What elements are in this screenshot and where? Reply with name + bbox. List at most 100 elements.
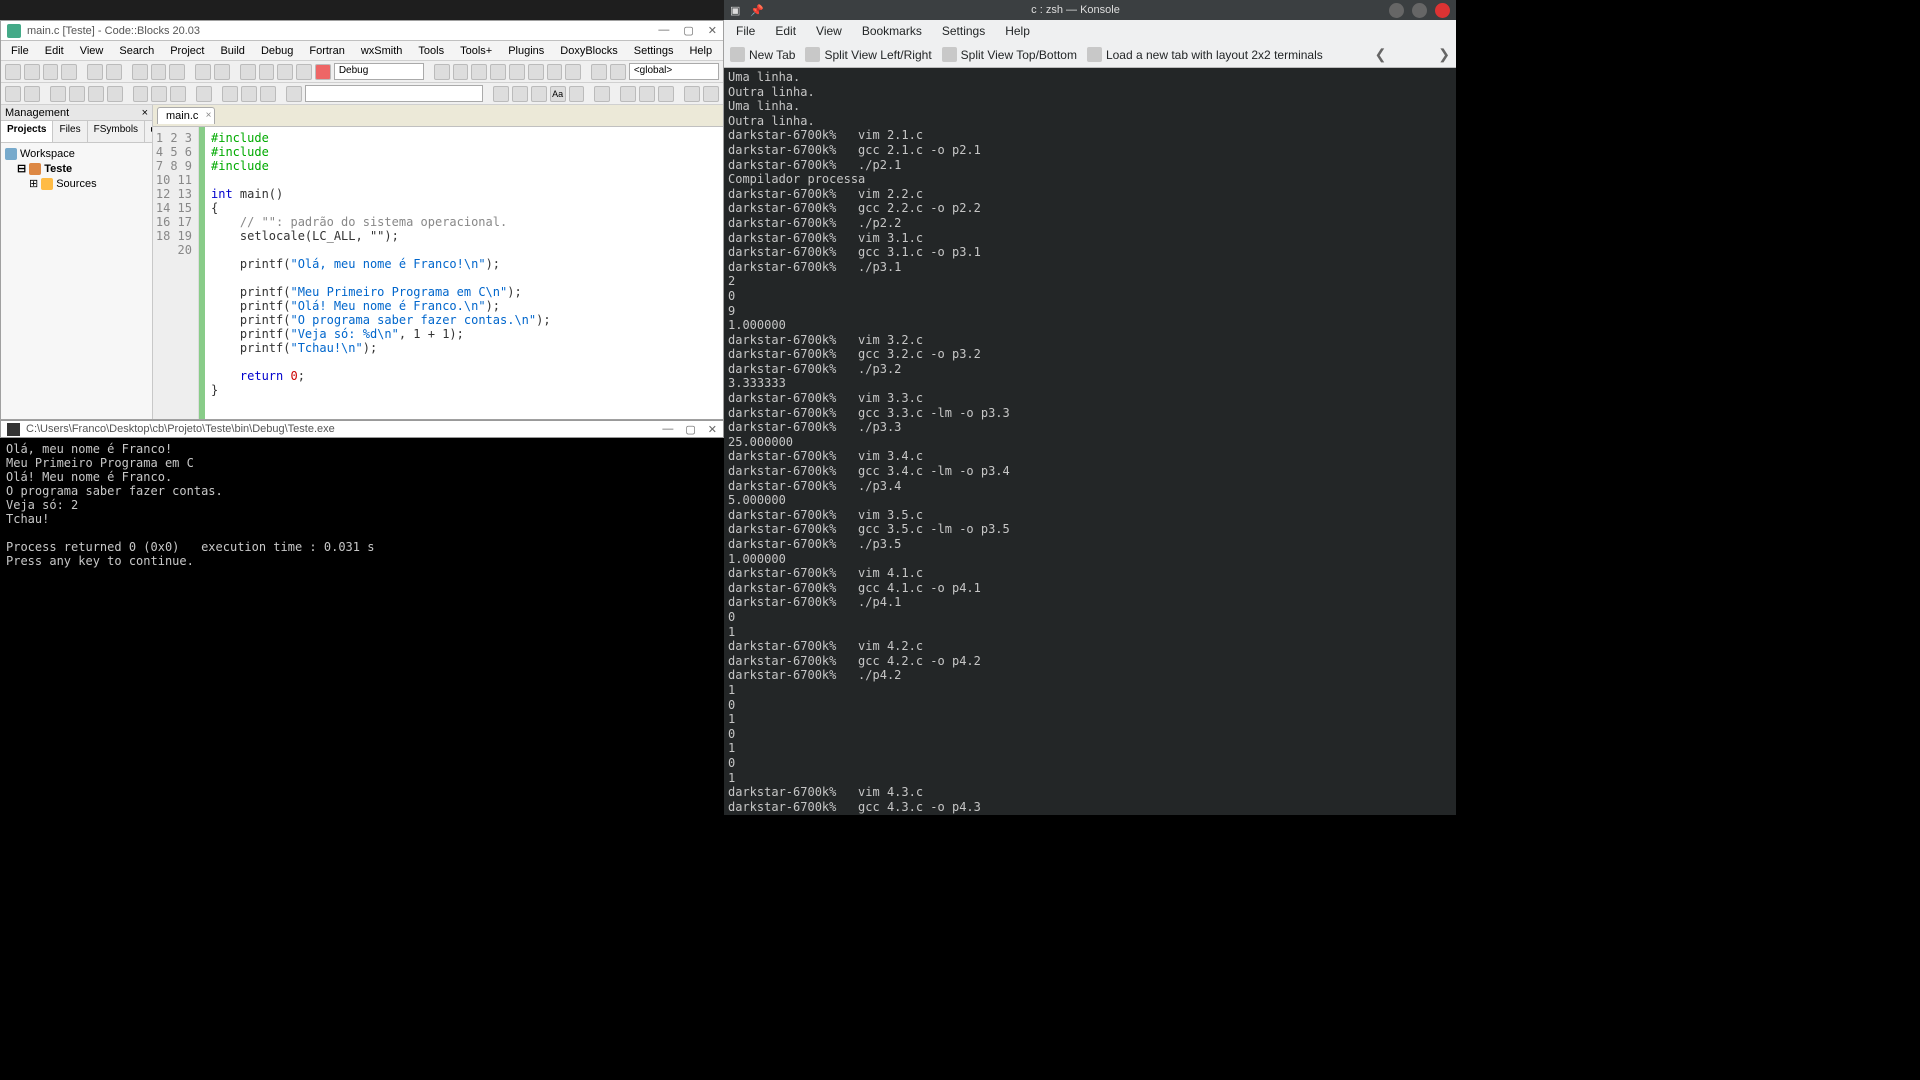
minimize-button[interactable] [1389, 3, 1404, 18]
bookmark-prev-icon[interactable] [69, 86, 85, 102]
comment-icon[interactable] [151, 86, 167, 102]
text-a-icon[interactable]: Aa [550, 86, 566, 102]
cut-icon[interactable] [132, 64, 148, 80]
minimize-button[interactable]: — [662, 423, 673, 436]
back-icon[interactable] [5, 86, 21, 102]
close-button[interactable]: ✕ [708, 423, 717, 436]
new-file-icon[interactable] [5, 64, 21, 80]
menu-item-bookmarks[interactable]: Bookmarks [854, 22, 930, 40]
doxy-icon[interactable] [133, 86, 149, 102]
run-script-icon[interactable] [286, 86, 302, 102]
panel-4-icon[interactable] [684, 86, 700, 102]
step-into-icon[interactable] [471, 64, 487, 80]
mgmt-tab-projects[interactable]: Projects [1, 121, 53, 142]
konsole-titlebar[interactable]: ▣ 📌 c : zsh — Konsole [724, 0, 1456, 20]
menu-item-debug[interactable]: Debug [255, 43, 299, 59]
sel-icon[interactable] [594, 86, 610, 102]
redo-icon[interactable] [106, 64, 122, 80]
replace-icon[interactable] [214, 64, 230, 80]
jump-last-icon[interactable] [260, 86, 276, 102]
next-instr-icon[interactable] [528, 64, 544, 80]
find-next-icon[interactable] [512, 86, 528, 102]
split-tb-button[interactable]: Split View Top/Bottom [942, 47, 1077, 62]
next-line-icon[interactable] [509, 64, 525, 80]
cb-titlebar[interactable]: main.c [Teste] - Code::Blocks 20.03 — ▢ … [1, 21, 723, 41]
open-file-icon[interactable] [24, 64, 40, 80]
menu-item-doxyblocks[interactable]: DoxyBlocks [554, 43, 623, 59]
tree-expand-icon[interactable]: ⊞ [29, 177, 38, 190]
menu-item-tools[interactable]: Tools [412, 43, 450, 59]
bookmark-next-icon[interactable] [88, 86, 104, 102]
undo-icon[interactable] [87, 64, 103, 80]
mgmt-tab-fsymbols[interactable]: FSymbols [88, 121, 145, 142]
jump-back-icon[interactable] [222, 86, 238, 102]
menu-item-settings[interactable]: Settings [628, 43, 680, 59]
menu-item-edit[interactable]: Edit [767, 22, 804, 40]
menu-item-tools-[interactable]: Tools+ [454, 43, 498, 59]
project-tree[interactable]: Workspace ⊟ Teste ⊞ Sources [1, 143, 152, 419]
menu-item-fortran[interactable]: Fortran [303, 43, 350, 59]
tab-close-icon[interactable]: × [206, 110, 212, 121]
close-button[interactable]: ✕ [708, 24, 717, 37]
debug-windows-icon[interactable] [591, 64, 607, 80]
layout-button[interactable]: Load a new tab with layout 2x2 terminals [1087, 47, 1323, 62]
step-out-icon[interactable] [490, 64, 506, 80]
toolbar-overflow-left-icon[interactable]: ❮ [1375, 46, 1387, 63]
code-editor[interactable]: main.c × 1 2 3 4 5 6 7 8 9 10 11 12 13 1… [153, 105, 723, 419]
build-target-combo[interactable]: Debug [334, 63, 424, 80]
bookmark-clear-icon[interactable] [107, 86, 123, 102]
forward-icon[interactable] [24, 86, 40, 102]
highlight-icon[interactable] [531, 86, 547, 102]
new-tab-button[interactable]: New Tab [730, 47, 795, 62]
info-icon[interactable] [610, 64, 626, 80]
menu-item-project[interactable]: Project [164, 43, 210, 59]
run-icon[interactable] [259, 64, 275, 80]
tree-expand-icon[interactable]: ⊟ [17, 162, 26, 175]
menu-item-wxsmith[interactable]: wxSmith [355, 43, 409, 59]
regex-icon[interactable] [569, 86, 585, 102]
copy-icon[interactable] [151, 64, 167, 80]
debug-run-icon[interactable] [434, 64, 450, 80]
scope-combo[interactable]: <global> [629, 63, 719, 80]
toolbar-overflow-right-icon[interactable]: ❯ [1438, 46, 1450, 63]
minimize-button[interactable]: — [658, 24, 669, 37]
wand-icon[interactable] [196, 86, 212, 102]
uncomment-icon[interactable] [170, 86, 186, 102]
menu-item-view[interactable]: View [74, 43, 110, 59]
bookmark-toggle-icon[interactable] [50, 86, 66, 102]
mgmt-tab-files[interactable]: Files [53, 121, 87, 142]
save-all-icon[interactable] [61, 64, 77, 80]
panel-5-icon[interactable] [703, 86, 719, 102]
menu-item-help[interactable]: Help [997, 22, 1038, 40]
menu-item-view[interactable]: View [808, 22, 850, 40]
jump-fwd-icon[interactable] [241, 86, 257, 102]
save-icon[interactable] [43, 64, 59, 80]
panel-3-icon[interactable] [658, 86, 674, 102]
break-icon[interactable] [547, 64, 563, 80]
panel-1-icon[interactable] [620, 86, 636, 102]
management-close-icon[interactable]: × [142, 107, 148, 119]
menu-item-help[interactable]: Help [683, 43, 718, 59]
step-over-icon[interactable] [453, 64, 469, 80]
project-node[interactable]: Teste [44, 163, 72, 175]
sources-node[interactable]: Sources [56, 178, 96, 190]
menu-item-plugins[interactable]: Plugins [502, 43, 550, 59]
console-output[interactable]: Olá, meu nome é Franco! Meu Primeiro Pro… [0, 438, 724, 815]
abort-icon[interactable] [315, 64, 331, 80]
search-box[interactable] [305, 85, 483, 102]
maximize-button[interactable]: ▢ [685, 423, 695, 436]
find-icon[interactable] [195, 64, 211, 80]
menu-item-settings[interactable]: Settings [934, 22, 993, 40]
code-area[interactable]: #include #include #include int main() { … [205, 127, 723, 419]
terminal-output[interactable]: Uma linha. Outra linha. Uma linha. Outra… [724, 68, 1456, 815]
split-lr-button[interactable]: Split View Left/Right [805, 47, 931, 62]
menu-item-build[interactable]: Build [214, 43, 250, 59]
maximize-button[interactable] [1412, 3, 1427, 18]
close-button[interactable] [1435, 3, 1450, 18]
menu-item-file[interactable]: File [728, 22, 763, 40]
menu-item-file[interactable]: File [5, 43, 35, 59]
menu-item-search[interactable]: Search [113, 43, 160, 59]
console-titlebar[interactable]: C:\Users\Franco\Desktop\cb\Projeto\Teste… [0, 420, 724, 438]
rebuild-icon[interactable] [296, 64, 312, 80]
panel-2-icon[interactable] [639, 86, 655, 102]
